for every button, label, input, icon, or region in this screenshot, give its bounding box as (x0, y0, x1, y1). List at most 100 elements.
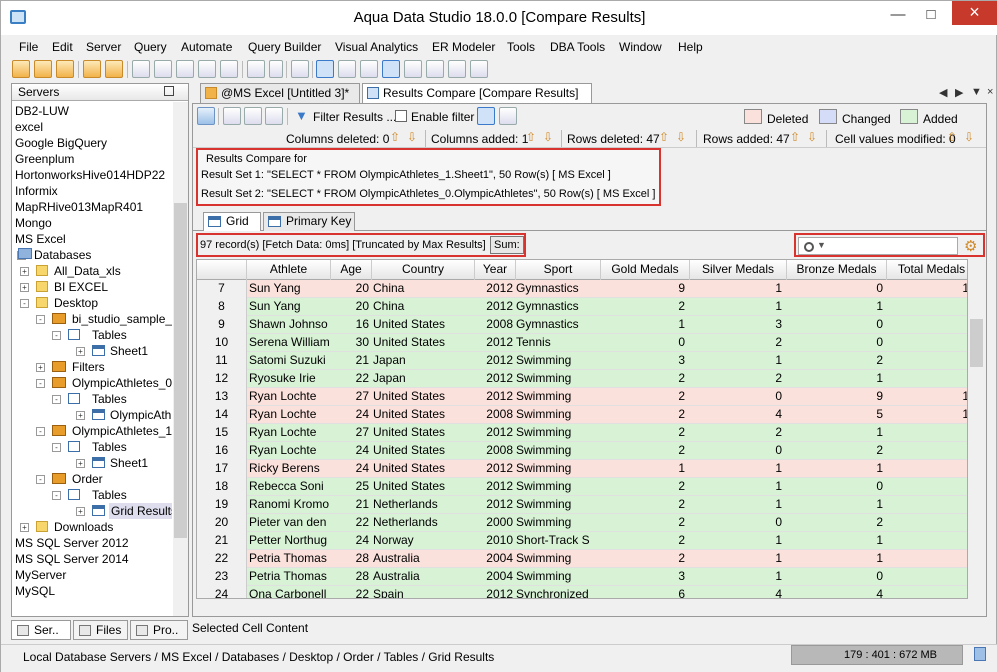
cell-year[interactable]: 2012 (475, 424, 513, 442)
table-row[interactable]: 14 Ryan Lochte 24 United States 2008 Swimming… (197, 406, 967, 424)
disconnect-icon[interactable] (105, 60, 123, 78)
tab-untitled-query[interactable]: @MS Excel [Untitled 3]* (200, 83, 360, 103)
cell-total[interactable] (887, 334, 967, 352)
close-button[interactable]: × (952, 1, 997, 25)
cell-gold[interactable]: 2 (601, 532, 685, 550)
cell-country[interactable]: United States (373, 316, 475, 334)
collapse-icon[interactable]: - (36, 379, 45, 388)
tab-grid[interactable]: Grid (203, 212, 261, 231)
table-row[interactable]: 24 Ona Carbonell 22 Spain 2012 Synchronized 6 4… (197, 586, 967, 598)
cell-total[interactable] (887, 352, 967, 370)
cell-total[interactable] (887, 496, 967, 514)
tab-primary-key[interactable]: Primary Key (263, 212, 355, 231)
filter-icon[interactable]: ▼ (295, 108, 308, 123)
expand-icon[interactable]: + (20, 267, 29, 276)
cell-gold[interactable]: 2 (601, 424, 685, 442)
menu-file[interactable]: File (19, 40, 38, 54)
cell-age[interactable]: 30 (331, 334, 369, 352)
up-arrow-icon[interactable]: ⇧ (659, 131, 670, 144)
cell-country[interactable]: United States (373, 334, 475, 352)
cell-silver[interactable]: 2 (690, 370, 782, 388)
cell-bronze[interactable]: 1 (787, 370, 883, 388)
tree-item-filters[interactable]: Filters (72, 359, 105, 375)
tree-item-order[interactable]: Order (72, 471, 103, 487)
cell-bronze[interactable]: 0 (787, 316, 883, 334)
table-row[interactable]: 17 Ricky Berens 24 United States 2012 Swimmin… (197, 460, 967, 478)
cell-bronze[interactable]: 2 (787, 442, 883, 460)
restore-icon[interactable] (164, 86, 174, 96)
tree-item-downloads[interactable]: Downloads (54, 519, 113, 535)
cell-gold[interactable]: 2 (601, 370, 685, 388)
query-analyzer-icon[interactable] (132, 60, 150, 78)
down-arrow-icon[interactable]: ⇩ (964, 131, 975, 144)
cell-age[interactable]: 21 (331, 352, 369, 370)
cell-sport[interactable]: Short-Track S (516, 532, 601, 550)
cell-bronze[interactable]: 5 (787, 406, 883, 424)
cell-athlete[interactable]: Rebecca Soni (249, 478, 331, 496)
cell-silver[interactable]: 1 (690, 496, 782, 514)
collapse-icon[interactable]: - (52, 491, 61, 500)
cell-year[interactable]: 2000 (475, 514, 513, 532)
menu-dba-tools[interactable]: DBA Tools (550, 40, 605, 54)
cell-bronze[interactable]: 1 (787, 298, 883, 316)
cell-rownum[interactable]: 15 (197, 424, 247, 442)
cell-silver[interactable]: 3 (690, 316, 782, 334)
cell-silver[interactable]: 1 (690, 298, 782, 316)
table-row[interactable]: 11 Satomi Suzuki 21 Japan 2012 Swimming 3 1 2 (197, 352, 967, 370)
cell-country[interactable]: Japan (373, 352, 475, 370)
cell-total[interactable]: 1 (887, 388, 967, 406)
export-icon[interactable] (265, 107, 283, 125)
server-copy-icon[interactable] (56, 60, 74, 78)
tree-item-bigquery[interactable]: Google BigQuery (15, 135, 107, 151)
cell-total[interactable] (887, 478, 967, 496)
cell-bronze[interactable]: 2 (787, 352, 883, 370)
cell-bronze[interactable]: 1 (787, 424, 883, 442)
table-row[interactable]: 23 Petria Thomas 28 Australia 2004 Swimming 3 1… (197, 568, 967, 586)
cell-athlete[interactable]: Petria Thomas (249, 550, 331, 568)
cell-rownum[interactable]: 13 (197, 388, 247, 406)
cell-total[interactable] (887, 442, 967, 460)
cell-sport[interactable]: Swimming (516, 442, 601, 460)
tree-item-maprhive[interactable]: MapRHive013MapR401 (15, 199, 143, 215)
cell-age[interactable]: 20 (331, 298, 369, 316)
memory-indicator[interactable]: 179 : 401 : 672 MB (791, 645, 963, 665)
collapse-icon[interactable]: - (52, 443, 61, 452)
cell-sport[interactable]: Swimming (516, 388, 601, 406)
tree-item-hortonworks[interactable]: HortonworksHive014HDP22 (15, 167, 165, 183)
cell-athlete[interactable]: Ryan Lochte (249, 442, 331, 460)
tree-item-databases[interactable]: Databases (34, 247, 91, 263)
cell-sport[interactable]: Synchronized (516, 586, 601, 598)
tree-item-all-data[interactable]: All_Data_xls (54, 263, 121, 279)
enable-filter-checkbox[interactable] (395, 110, 407, 122)
cell-year[interactable]: 2008 (475, 406, 513, 424)
cell-silver[interactable]: 4 (690, 586, 782, 598)
grid-horizontal-scrollbar[interactable] (196, 599, 968, 613)
cell-country[interactable]: Australia (373, 550, 475, 568)
tree-item-grid-results[interactable]: Grid Results (109, 503, 172, 519)
cell-age[interactable]: 16 (331, 316, 369, 334)
cell-country[interactable]: Australia (373, 568, 475, 586)
cell-age[interactable]: 24 (331, 406, 369, 424)
cell-total[interactable] (887, 370, 967, 388)
tree-item-greenplum[interactable]: Greenplum (15, 151, 74, 167)
cell-year[interactable]: 2008 (475, 442, 513, 460)
cell-bronze[interactable]: 1 (787, 460, 883, 478)
tab-next-icon[interactable]: ▶ (955, 86, 963, 99)
expand-icon[interactable]: + (76, 459, 85, 468)
cell-gold[interactable]: 2 (601, 388, 685, 406)
table-row[interactable]: 15 Ryan Lochte 27 United States 2012 Swimming… (197, 424, 967, 442)
cell-age[interactable]: 27 (331, 424, 369, 442)
tree-item-mssql-2014[interactable]: MS SQL Server 2014 (15, 551, 129, 567)
col-header-total[interactable]: Total Medals (887, 260, 967, 280)
up-arrow-icon[interactable]: ⇧ (790, 131, 801, 144)
cell-country[interactable]: Netherlands (373, 496, 475, 514)
cell-year[interactable]: 2012 (475, 496, 513, 514)
cell-athlete[interactable]: Ranomi Kromo (249, 496, 331, 514)
cell-country[interactable]: China (373, 298, 475, 316)
layout-split-icon[interactable] (448, 60, 466, 78)
collapse-icon[interactable]: - (36, 475, 45, 484)
expand-icon[interactable]: + (20, 523, 29, 532)
cell-athlete[interactable]: Petria Thomas (249, 568, 331, 586)
table-row[interactable]: 16 Ryan Lochte 24 United States 2008 Swimming… (197, 442, 967, 460)
cell-bronze[interactable]: 1 (787, 550, 883, 568)
